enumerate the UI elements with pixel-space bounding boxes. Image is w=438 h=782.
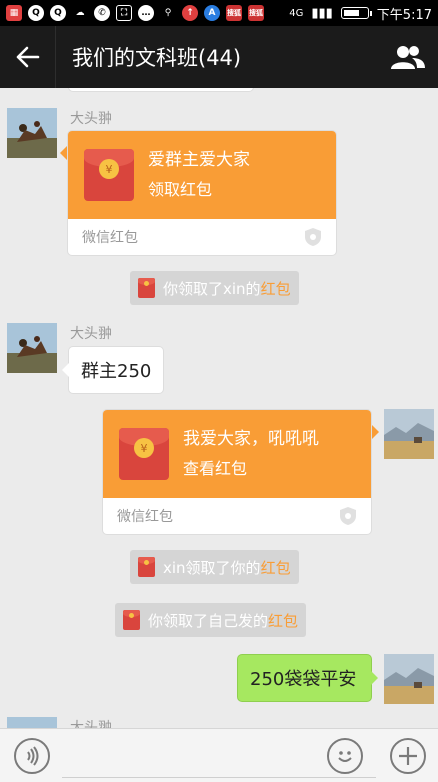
upload-icon: ↑ bbox=[182, 5, 198, 21]
red-packet-action: 领取红包 bbox=[148, 180, 213, 199]
status-right: 4G ▮▮▮ 下午5:17 bbox=[289, 4, 432, 23]
red-packet-greeting: 我爱大家，吼吼吼 bbox=[183, 429, 319, 449]
avatar[interactable] bbox=[7, 108, 57, 158]
previous-message[interactable] bbox=[68, 88, 254, 92]
chat-area[interactable]: 大头翀 ¥ 爱群主爱大家 领取红包 微信红包 你领取了xin的 红包 大头翀 群主… bbox=[0, 88, 438, 728]
message-text: 群主250 bbox=[81, 361, 152, 382]
shield-icon bbox=[340, 507, 356, 525]
smiley-icon bbox=[338, 751, 352, 762]
my-avatar[interactable] bbox=[384, 654, 434, 704]
arrow-left-icon bbox=[16, 46, 39, 68]
system-notice: 你领取了xin的 红包 bbox=[130, 271, 299, 305]
input-bar bbox=[0, 728, 438, 782]
news-icon: 搜狐 bbox=[226, 5, 242, 21]
plus-icon bbox=[399, 747, 417, 765]
red-envelope-icon bbox=[138, 557, 155, 577]
avatar[interactable] bbox=[7, 717, 57, 728]
signal-icon: ▮▮▮ bbox=[311, 5, 333, 21]
scan-icon: ⛶ bbox=[116, 5, 132, 21]
red-envelope-icon: ¥ bbox=[119, 428, 169, 480]
text-message[interactable]: 群主250 bbox=[62, 346, 165, 394]
red-envelope-icon: ¥ bbox=[84, 149, 134, 201]
bubble-tail bbox=[372, 425, 379, 439]
message-text: 250袋袋平安 bbox=[250, 669, 357, 690]
message-input[interactable] bbox=[62, 777, 376, 778]
voice-button[interactable] bbox=[14, 738, 50, 774]
status-bar: ▦ Q Q ☁ ✆ ⛶ … ⚲ ↑ A 搜狐 搜狐 4G ▮▮▮ 下午5:17 bbox=[0, 0, 438, 26]
system-notice: 你领取了自己发的 红包 bbox=[115, 603, 307, 637]
red-packet-label: 微信红包 bbox=[82, 230, 138, 246]
system-notice: xin领取了你的 红包 bbox=[130, 550, 299, 584]
group-info-button[interactable] bbox=[378, 26, 438, 88]
red-packet-message[interactable]: ¥ 我爱大家，吼吼吼 查看红包 微信红包 bbox=[102, 409, 372, 535]
bubble-tail bbox=[62, 363, 69, 377]
voice-icon bbox=[27, 746, 39, 766]
notice-link[interactable]: 红包 bbox=[261, 278, 291, 299]
notice-link[interactable]: 红包 bbox=[261, 557, 291, 578]
avatar[interactable] bbox=[7, 323, 57, 373]
emoji-button[interactable] bbox=[327, 738, 363, 774]
text-message[interactable]: 250袋袋平安 bbox=[237, 654, 378, 702]
notice-text: xin领取了你的 bbox=[163, 558, 261, 577]
sender-name: 大头翀 bbox=[70, 111, 112, 127]
notice-text: 你领取了自己发的 bbox=[148, 611, 269, 630]
bubble-tail bbox=[371, 671, 378, 685]
message-icon: … bbox=[138, 5, 154, 21]
red-envelope-icon bbox=[123, 610, 140, 630]
group-members-icon bbox=[391, 46, 425, 69]
location-icon: ⚲ bbox=[164, 8, 172, 18]
notification-icons: ▦ Q Q ☁ ✆ ⛶ … ⚲ ↑ A 搜狐 搜狐 bbox=[6, 5, 264, 21]
network-indicator: 4G bbox=[289, 7, 304, 19]
red-packet-label: 微信红包 bbox=[117, 509, 173, 525]
clock: 下午5:17 bbox=[376, 7, 432, 23]
bubble-tail bbox=[60, 146, 67, 160]
more-button[interactable] bbox=[390, 738, 426, 774]
sender-name: 大头翀 bbox=[70, 720, 112, 728]
chat-title: 我们的文科班(44) bbox=[72, 46, 242, 70]
notice-text: 你领取了xin的 bbox=[163, 279, 261, 298]
red-envelope-icon bbox=[138, 278, 155, 298]
app-icon: A bbox=[204, 5, 220, 21]
chat-bubble-icon: Q bbox=[28, 5, 44, 21]
news-icon: 搜狐 bbox=[248, 5, 264, 21]
game-icon: ▦ bbox=[6, 5, 22, 21]
my-avatar[interactable] bbox=[384, 409, 434, 459]
weather-icon: ☁ bbox=[75, 8, 85, 18]
shield-icon bbox=[305, 228, 321, 246]
whatsapp-icon: ✆ bbox=[94, 5, 110, 21]
back-button[interactable] bbox=[0, 26, 56, 88]
battery-icon bbox=[340, 7, 372, 19]
chat-bubble-icon: Q bbox=[50, 5, 66, 21]
notice-link[interactable]: 红包 bbox=[268, 610, 298, 631]
red-packet-greeting: 爱群主爱大家 bbox=[148, 150, 250, 170]
chat-header: 我们的文科班(44) bbox=[0, 26, 438, 88]
red-packet-message[interactable]: ¥ 爱群主爱大家 领取红包 微信红包 bbox=[67, 130, 337, 256]
sender-name: 大头翀 bbox=[70, 326, 112, 342]
red-packet-action: 查看红包 bbox=[183, 459, 248, 478]
